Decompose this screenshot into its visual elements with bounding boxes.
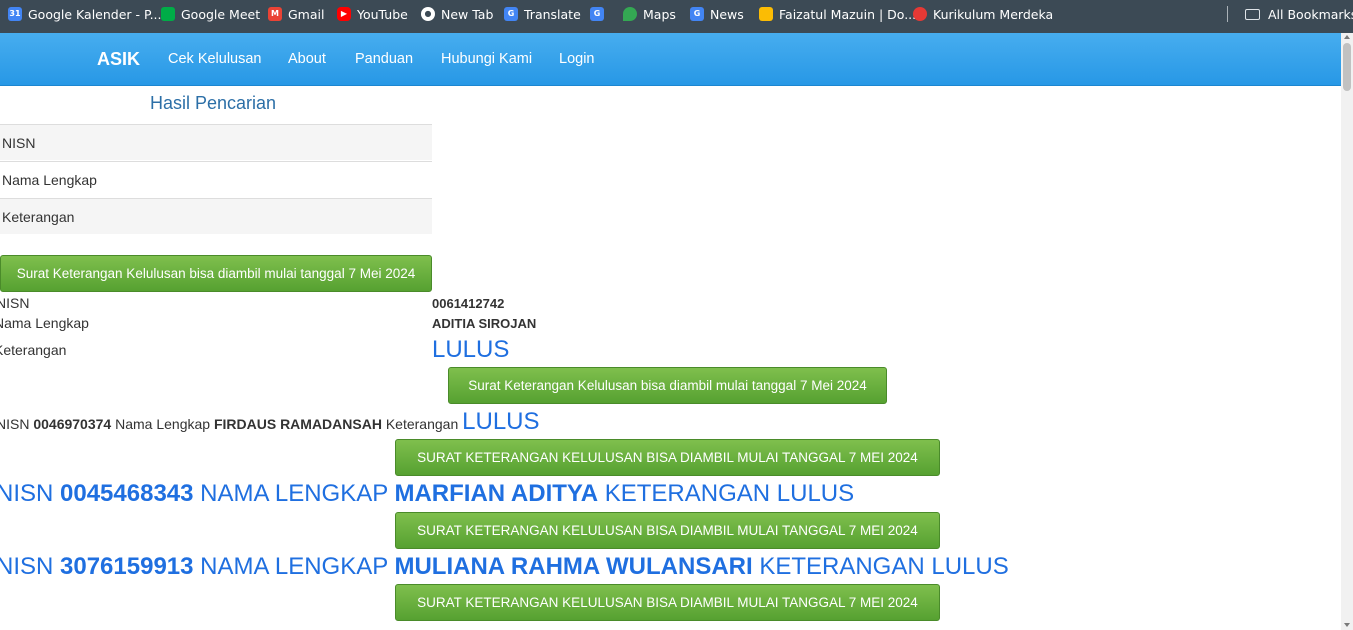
table-row-keterangan: Keterangan [0,198,432,234]
meet-icon [161,7,175,21]
table-row-nama: Nama Lengkap [0,161,432,197]
drive-icon [759,7,773,21]
nav-login[interactable]: Login [559,51,594,67]
bookmark-gmail[interactable]: M Gmail [268,5,324,23]
notice-button[interactable]: Surat Keterangan Kelulusan bisa diambil … [0,255,432,292]
scroll-up-arrow-icon[interactable] [1344,35,1350,39]
maps-icon [623,7,637,21]
student4-status: LULUS [931,553,1009,580]
notice-button[interactable]: Surat Keterangan Kelulusan bisa diambil … [395,512,940,549]
bookmark-translate[interactable]: G Translate [504,5,581,23]
student3-line: NISN 0045468343 NAMA LENGKAP MARFIAN ADI… [0,480,854,508]
student4-nama-label: NAMA LENGKAP [200,553,388,580]
student1-nama-label: Nama Lengkap [0,315,89,331]
youtube-icon: ▶ [337,7,351,21]
all-bookmarks-button[interactable]: All Bookmarks [1245,5,1353,23]
student3-nisn-label: NISN [0,480,54,507]
nav-panduan[interactable]: Panduan [355,51,413,67]
bookmark-kurikulum[interactable]: Kurikulum Merdeka [913,5,1053,23]
notice-button[interactable]: Surat Keterangan Kelulusan bisa diambil … [395,584,940,621]
page-scrollbar[interactable] [1341,33,1353,630]
student2-nama-label: Nama Lengkap [115,416,211,432]
table-row-nisn: NISN [0,124,432,160]
student2-nama-value: FIRDAUS RAMADANSAH [213,416,382,432]
student3-nama-value: MARFIAN ADITYA [394,480,599,507]
calendar-icon: 31 [8,7,22,21]
bookmark-translate-2[interactable]: G [590,5,610,23]
brand-link[interactable]: ASIK [97,49,140,70]
student3-nisn-value: 0045468343 [60,480,194,507]
notice-button[interactable]: Surat Keterangan Kelulusan bisa diambil … [395,439,940,476]
scroll-down-arrow-icon[interactable] [1344,623,1350,627]
translate-icon: G [590,7,604,21]
gmail-icon: M [268,7,282,21]
scrollbar-thumb[interactable] [1343,43,1351,91]
bookmark-faizatul[interactable]: Faizatul Mazuin | Do... [759,5,916,23]
student3-status: LULUS [776,480,855,507]
bookmark-maps[interactable]: Maps [623,5,676,23]
notice-button[interactable]: Surat Keterangan Kelulusan bisa diambil … [448,367,887,404]
student4-nisn-label: NISN [0,553,54,580]
news-icon: G [690,7,704,21]
folder-icon [1245,8,1260,20]
nav-cek-kelulusan[interactable]: Cek Kelulusan [168,51,262,67]
nav-hubungi-kami[interactable]: Hubungi Kami [441,51,532,67]
bookmarks-divider [1227,6,1228,22]
results-title: Hasil Pencarian [149,93,277,113]
top-navbar: ASIK Cek Kelulusan About Panduan Hubungi… [0,33,1341,86]
student1-nama-value: ADITIA SIROJAN [432,316,537,331]
student2-nisn-label: NISN [0,416,30,432]
bookmark-google-meet[interactable]: Google Meet [161,5,260,23]
bookmark-news[interactable]: G News [690,5,744,23]
student2-status: LULUS [462,408,540,435]
student1-keterangan-label: Keterangan [0,342,67,358]
globe-icon: ● [421,7,435,21]
student1-status: LULUS [432,336,510,363]
bookmarks-bar: 31 Google Kalender - P... Google Meet M … [0,0,1353,33]
nav-about[interactable]: About [288,51,326,67]
bookmark-google-kalender[interactable]: 31 Google Kalender - P... [8,5,162,23]
translate-icon: G [504,7,518,21]
student4-line: NISN 3076159913 NAMA LENGKAP MULIANA RAH… [0,553,1009,581]
student3-nama-label: NAMA LENGKAP [200,480,388,507]
student4-keterangan-label: KETERANGAN [759,553,925,580]
student2-nisn-value: 0046970374 [33,416,112,432]
student1-nisn-value: 0061412742 [432,296,505,311]
student1-nisn-label: NISN [0,295,30,311]
student2-keterangan-label: Keterangan [385,416,459,432]
student3-keterangan-label: KETERANGAN [604,480,771,507]
bookmark-youtube[interactable]: ▶ YouTube [337,5,408,23]
bookmark-new-tab[interactable]: ● New Tab [421,5,493,23]
kurikulum-icon [913,7,927,21]
student4-nama-value: MULIANA RAHMA WULANSARI [394,553,753,580]
student2-line: NISN 0046970374 Nama Lengkap FIRDAUS RAM… [0,408,540,436]
student4-nisn-value: 3076159913 [60,553,194,580]
